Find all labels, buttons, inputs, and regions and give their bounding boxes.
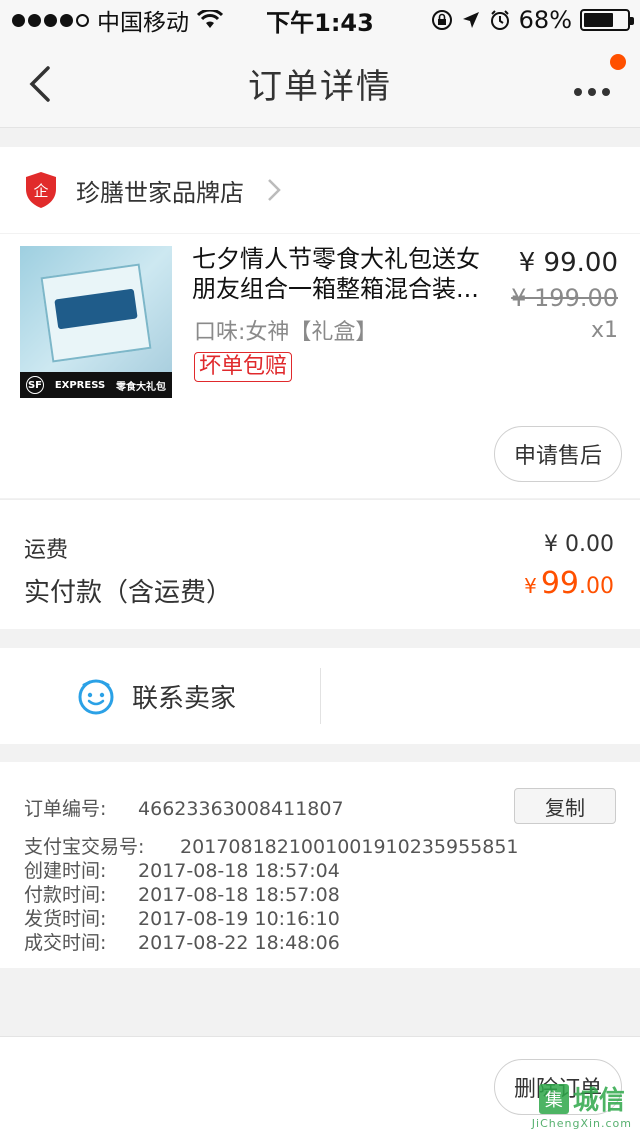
chevron-right-icon [268,179,281,201]
total-paid-integer: 99 [540,566,579,601]
info-value: 2017-08-18 18:57:04 [138,860,340,882]
sf-express-logo: SF [26,376,44,394]
location-arrow-icon [462,12,479,28]
product-price: ¥ 99.00 [518,248,618,278]
total-paid-currency: ¥ [524,574,537,598]
info-value: 2017081821001001910235955851 [180,836,519,858]
battery-icon [580,9,634,31]
watermark-url: JiChengXin.com [531,1117,632,1130]
contact-seller-button[interactable]: 联系卖家 [76,670,236,722]
paid-time-row: 付款时间: 2017-08-18 18:57:08 [24,880,340,907]
shipping-value: ¥ 0.00 [544,532,614,557]
shipped-time-row: 发货时间: 2017-08-19 10:16:10 [24,904,340,931]
info-value: 2017-08-19 10:16:10 [138,908,340,930]
info-label: 成交时间: [24,932,107,954]
alarm-icon [490,10,509,30]
created-time-row: 创建时间: 2017-08-18 18:57:04 [24,856,340,883]
product-title[interactable]: 七夕情人节零食大礼包送女朋友组合一箱整箱混合装... [192,244,492,304]
copy-button[interactable]: 复制 [514,788,616,824]
rotation-lock-icon [431,10,452,30]
product-quantity: x1 [590,318,618,343]
contact-seller-label: 联系卖家 [132,683,237,714]
info-value: 2017-08-22 18:48:06 [138,932,340,954]
info-label: 创建时间: [24,860,107,882]
back-arrow-icon[interactable] [22,62,62,106]
watermark-logo: 集 城信 JiChengXin.com [532,1080,632,1130]
alipay-number-row: 支付宝交易号: 2017081821001001910235955851 [24,832,519,859]
status-bar-right: 68% [431,0,634,40]
info-value: 2017-08-18 18:57:08 [138,884,340,906]
page-title: 订单详情 [248,67,392,107]
contact-section: 联系卖家 [0,648,640,744]
order-number-row: 订单编号: 46623363008411807 [24,794,344,821]
info-label: 发货时间: [24,908,107,930]
info-label: 支付宝交易号: [24,836,145,858]
status-bar: 中国移动 下午1:43 68% [0,0,640,40]
original-price: ¥ 199.00 [511,284,618,312]
status-bar-left: 中国移动 [0,3,223,37]
shipping-label: 运费 [24,538,69,563]
thumbnail-express-text: EXPRESS [54,379,106,391]
total-paid-label: 实付款（含运费） [24,578,233,608]
more-options-icon[interactable] [574,66,614,106]
total-paid-decimal: .00 [579,574,614,599]
shop-badge-icon: 企 [26,172,56,208]
wifi-icon [197,10,223,28]
watermark-text: 城信 [572,1086,625,1116]
total-paid-value: ¥ 99 .00 [524,566,614,601]
notification-dot [610,54,626,70]
svg-text:企: 企 [33,182,48,200]
shop-header[interactable]: 企 珍膳世家品牌店 [0,147,640,233]
after-sale-button[interactable]: 申请售后 [494,426,622,482]
thumbnail-caption: SF EXPRESS 零食大礼包 [20,372,172,398]
info-label: 订单编号: [24,798,107,820]
product-variant: 口味:女神【礼盒】 [194,320,378,345]
guarantee-tag: 坏单包赔 [194,352,293,382]
battery-level [584,13,613,27]
chat-smiley-icon [78,679,114,715]
contact-divider [320,668,321,724]
info-label: 付款时间: [24,884,107,906]
completed-time-row: 成交时间: 2017-08-22 18:48:06 [24,928,340,955]
watermark-box: 集 [538,1083,569,1114]
product-thumbnail[interactable]: SF EXPRESS 零食大礼包 [20,246,172,398]
order-info: 订单编号: 46623363008411807 复制 支付宝交易号: 20170… [0,762,640,968]
shop-name: 珍膳世家品牌店 [76,178,244,207]
info-value: 46623363008411807 [138,798,344,820]
payment-summary: 运费 ¥ 0.00 实付款（含运费） ¥ 99 .00 [0,499,640,629]
carrier-name: 中国移动 [97,10,189,36]
navigation-bar: 订单详情 [0,40,640,128]
order-item[interactable]: SF EXPRESS 零食大礼包 七夕情人节零食大礼包送女朋友组合一箱整箱混合装… [0,234,640,498]
thumbnail-text: 零食大礼包 [115,381,166,393]
battery-percent: 68% [518,6,572,34]
signal-strength-icon [12,13,89,27]
